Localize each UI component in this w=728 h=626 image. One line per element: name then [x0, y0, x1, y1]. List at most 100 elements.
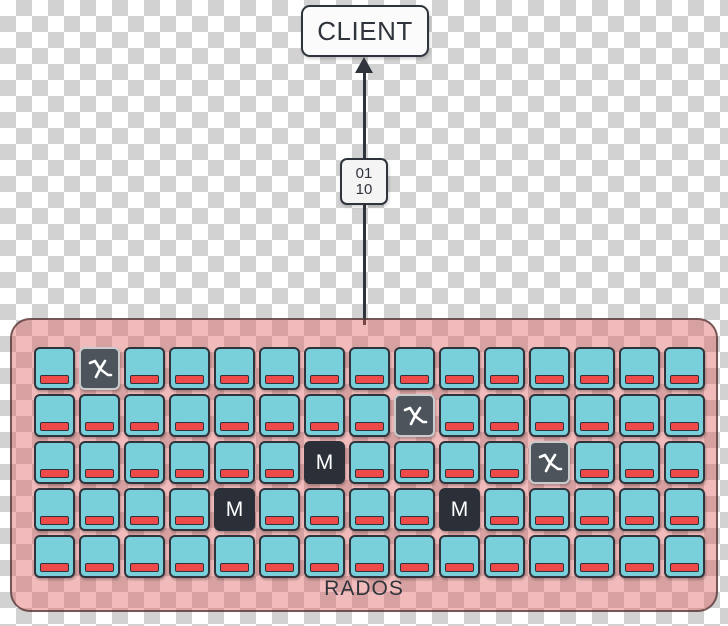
disk-bar — [400, 375, 429, 384]
storage-node — [124, 394, 165, 437]
disk-bar — [445, 375, 474, 384]
storage-node — [664, 535, 705, 578]
storage-node — [619, 488, 660, 531]
disk-bar — [265, 422, 294, 431]
disk-bar — [130, 563, 159, 572]
disk-bar — [40, 563, 69, 572]
storage-node — [394, 441, 435, 484]
disk-bar — [310, 516, 339, 525]
disk-bar — [40, 469, 69, 478]
disk-bar — [670, 563, 699, 572]
disk-bar — [490, 422, 519, 431]
monitor-letter: M — [225, 498, 244, 521]
storage-node — [394, 535, 435, 578]
disk-bar — [85, 516, 114, 525]
disk-bar — [130, 375, 159, 384]
disk-bar — [355, 375, 384, 384]
disk-bar — [670, 422, 699, 431]
gateway-node — [79, 347, 120, 390]
disk-bar — [175, 422, 204, 431]
storage-node — [484, 347, 525, 390]
disk-bar — [85, 469, 114, 478]
disk-bar — [625, 516, 654, 525]
disk-bar — [175, 516, 204, 525]
storage-node — [619, 535, 660, 578]
lambda-gateway-icon — [537, 450, 563, 476]
disk-bar — [265, 375, 294, 384]
disk-bar — [670, 375, 699, 384]
storage-node — [34, 394, 75, 437]
storage-node — [79, 394, 120, 437]
storage-node — [349, 488, 390, 531]
disk-bar — [445, 563, 474, 572]
storage-node — [439, 394, 480, 437]
disk-bar — [85, 563, 114, 572]
gateway-node — [529, 441, 570, 484]
storage-node — [574, 488, 615, 531]
storage-node — [484, 488, 525, 531]
disk-bar — [445, 469, 474, 478]
storage-node — [664, 347, 705, 390]
rados-node-grid: M M M — [34, 347, 709, 582]
disk-bar — [535, 422, 564, 431]
storage-node — [484, 441, 525, 484]
storage-node — [529, 347, 570, 390]
disk-bar — [175, 375, 204, 384]
storage-node — [529, 488, 570, 531]
storage-node — [34, 347, 75, 390]
storage-node — [214, 347, 255, 390]
storage-node — [34, 441, 75, 484]
storage-node — [79, 488, 120, 531]
disk-bar — [40, 375, 69, 384]
disk-bar — [580, 516, 609, 525]
data-packet-line-2: 10 — [355, 180, 373, 198]
disk-bar — [400, 516, 429, 525]
storage-node — [259, 535, 300, 578]
disk-bar — [85, 422, 114, 431]
disk-bar — [265, 563, 294, 572]
client-box: CLIENT — [301, 5, 429, 57]
disk-bar — [310, 375, 339, 384]
disk-bar — [265, 516, 294, 525]
disk-bar — [130, 469, 159, 478]
disk-bar — [625, 563, 654, 572]
storage-node — [394, 347, 435, 390]
connector-line-upper — [363, 70, 366, 165]
storage-node — [394, 488, 435, 531]
storage-node — [619, 394, 660, 437]
storage-node — [574, 441, 615, 484]
storage-node — [664, 488, 705, 531]
disk-bar — [535, 375, 564, 384]
storage-node — [484, 394, 525, 437]
storage-node — [169, 441, 210, 484]
disk-bar — [220, 563, 249, 572]
connector-line-lower — [363, 203, 366, 325]
disk-bar — [220, 469, 249, 478]
storage-node — [304, 394, 345, 437]
disk-bar — [445, 422, 474, 431]
disk-bar — [130, 516, 159, 525]
disk-bar — [310, 422, 339, 431]
data-packet-box: 01 10 — [340, 158, 388, 205]
monitor-letter: M — [315, 451, 334, 474]
disk-bar — [625, 422, 654, 431]
disk-bar — [535, 563, 564, 572]
storage-node — [304, 347, 345, 390]
storage-node — [574, 535, 615, 578]
storage-node — [169, 535, 210, 578]
disk-bar — [355, 516, 384, 525]
disk-bar — [670, 516, 699, 525]
disk-bar — [355, 469, 384, 478]
storage-node — [34, 535, 75, 578]
disk-bar — [220, 375, 249, 384]
storage-node — [484, 535, 525, 578]
disk-bar — [535, 516, 564, 525]
storage-node — [169, 347, 210, 390]
storage-node — [34, 488, 75, 531]
storage-node — [664, 441, 705, 484]
disk-bar — [40, 422, 69, 431]
disk-bar — [220, 422, 249, 431]
disk-bar — [580, 422, 609, 431]
lambda-gateway-icon — [87, 356, 113, 382]
disk-bar — [175, 469, 204, 478]
